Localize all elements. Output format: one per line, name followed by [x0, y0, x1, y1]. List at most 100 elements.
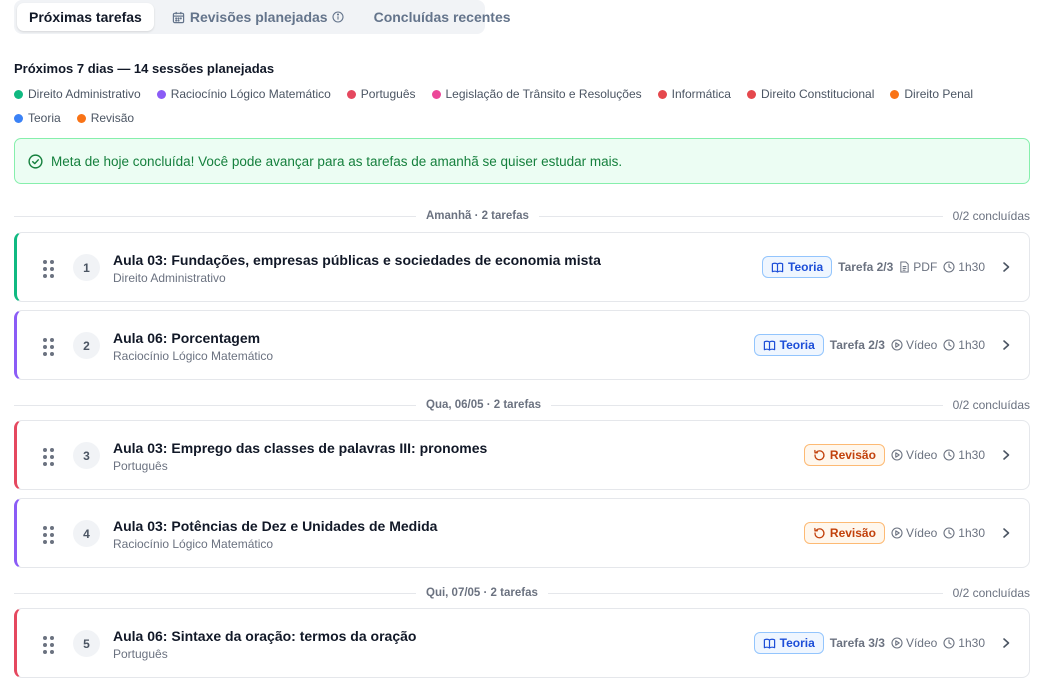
task-title: Aula 06: Sintaxe da oração: termos da or…: [113, 628, 417, 644]
day-divider: Qua, 06/05 · 2 tarefas 0/2 concluídas: [14, 397, 1030, 413]
play-icon: [891, 637, 903, 649]
task-media: Vídeo: [891, 636, 937, 650]
media-label: Vídeo: [905, 636, 938, 650]
info-icon[interactable]: [332, 11, 344, 23]
task-step: Tarefa 2/3: [838, 260, 894, 274]
legend-dot: [657, 89, 667, 99]
legend-item: Informática: [657, 86, 731, 102]
theory-badge: Teoria: [762, 256, 833, 278]
task-card[interactable]: 5 Aula 06: Sintaxe da oração: termos da o…: [14, 608, 1030, 678]
chevron-right-icon[interactable]: [1001, 637, 1011, 649]
legend-dot: [14, 113, 23, 123]
legend-item: Legislação de Trânsito e Resoluções: [431, 86, 642, 102]
calendar-icon: [172, 11, 185, 24]
play-icon: [891, 449, 903, 461]
drag-handle-icon[interactable]: [43, 526, 54, 544]
day-label: Amanhã · 2 tarefas: [426, 210, 529, 222]
chevron-right-icon[interactable]: [1001, 449, 1011, 461]
task-number: 5: [73, 630, 100, 657]
task-duration: 1h30: [943, 636, 985, 650]
tab-proximas-tarefas[interactable]: Próximas tarefas: [17, 3, 154, 31]
task-card[interactable]: 3 Aula 03: Emprego das classes de palavra…: [14, 420, 1030, 490]
file-icon: [899, 261, 910, 273]
drag-handle-icon[interactable]: [43, 448, 54, 466]
task-duration: 1h30: [943, 526, 985, 540]
tab-label: Próximas tarefas: [29, 9, 142, 25]
revision-badge: Revisão: [803, 522, 885, 544]
task-meta: Teoria Tarefa 2/3 Vídeo 1h30: [753, 311, 1011, 379]
legend-item: Raciocínio Lógico Matemático: [156, 86, 331, 102]
divider-line: [14, 592, 416, 594]
check-circle-icon: [28, 153, 43, 169]
legend-label: Informática: [671, 87, 731, 101]
legend-label: Português: [360, 87, 416, 101]
drag-handle-icon[interactable]: [43, 338, 54, 356]
day-label: Qui, 07/05 · 2 tarefas: [426, 587, 538, 599]
task-step: Tarefa 3/3: [829, 636, 885, 650]
task-card[interactable]: 4 Aula 03: Potências de Dez e Unidades de…: [14, 498, 1030, 568]
divider-line: [14, 215, 416, 217]
tab-label: Revisões planejadas: [189, 9, 328, 25]
clock-icon: [943, 339, 955, 351]
schedule-summary: Próximos 7 dias — 14 sessões planejadas: [14, 61, 275, 76]
task-number: 4: [73, 520, 100, 547]
badge-label: Teoria: [788, 260, 824, 274]
legend-dot: [431, 89, 441, 99]
legend-label: Direito Administrativo: [28, 87, 141, 101]
rotate-icon: [813, 449, 826, 462]
task-duration: 1h30: [943, 448, 985, 462]
task-subject: Direito Administrativo: [113, 271, 226, 285]
legend-dot: [156, 89, 166, 99]
task-number: 1: [73, 254, 100, 281]
drag-handle-icon[interactable]: [43, 636, 54, 654]
task-subject: Português: [113, 647, 168, 661]
task-card[interactable]: 2 Aula 06: Porcentagem Raciocínio Lógico M…: [14, 310, 1030, 380]
day-divider: Qui, 07/05 · 2 tarefas 0/2 concluídas: [14, 585, 1030, 601]
task-meta: Revisão Vídeo 1h30: [803, 421, 1011, 489]
day-progress: 0/2 concluídas: [952, 209, 1030, 223]
legend-dot: [890, 89, 900, 99]
task-number: 2: [73, 332, 100, 359]
chevron-right-icon[interactable]: [1001, 527, 1011, 539]
divider-line: [551, 404, 943, 406]
task-subject: Português: [113, 459, 168, 473]
theory-badge: Teoria: [753, 632, 824, 654]
badge-label: Revisão: [829, 526, 876, 540]
legend-dot: [346, 89, 356, 99]
legend-item: Direito Administrativo: [14, 86, 141, 102]
task-step: Tarefa 2/3: [829, 338, 885, 352]
task-card[interactable]: 1 Aula 03: Fundações, empresas públicas e…: [14, 232, 1030, 302]
tab-concluidas-recentes[interactable]: Concluídas recentes: [362, 3, 523, 31]
duration-label: 1h30: [958, 260, 985, 274]
divider-line: [547, 592, 943, 594]
legend-item: Direito Constitucional: [746, 86, 874, 102]
media-label: PDF: [913, 260, 938, 274]
legend-label: Revisão: [90, 111, 135, 125]
task-meta: Teoria Tarefa 3/3 Vídeo 1h30: [753, 609, 1011, 677]
task-meta: Revisão Vídeo 1h30: [803, 499, 1011, 567]
chevron-right-icon[interactable]: [1001, 261, 1011, 273]
day-progress: 0/2 concluídas: [952, 398, 1030, 412]
theory-badge: Teoria: [753, 334, 824, 356]
task-number: 3: [73, 442, 100, 469]
task-duration: 1h30: [943, 260, 985, 274]
subject-legend: Direito Administrativo Raciocínio Lógico …: [14, 86, 1014, 126]
task-meta: Teoria Tarefa 2/3 PDF 1h30: [762, 233, 1011, 301]
drag-handle-icon[interactable]: [43, 260, 54, 278]
task-subject: Raciocínio Lógico Matemático: [113, 349, 274, 363]
book-icon: [763, 339, 776, 352]
task-title: Aula 03: Potências de Dez e Unidades de …: [113, 518, 438, 534]
play-icon: [891, 339, 903, 351]
legend-dot: [746, 89, 756, 99]
legend-item: Português: [346, 86, 416, 102]
book-icon: [771, 261, 784, 274]
legend-label: Direito Penal: [904, 87, 974, 101]
chevron-right-icon[interactable]: [1001, 339, 1011, 351]
book-icon: [763, 637, 776, 650]
tab-revisoes-planejadas[interactable]: Revisões planejadas: [160, 3, 356, 31]
badge-label: Teoria: [779, 636, 815, 650]
duration-label: 1h30: [958, 448, 985, 462]
badge-label: Teoria: [779, 338, 815, 352]
day-divider: Amanhã · 2 tarefas 0/2 concluídas: [14, 208, 1030, 224]
legend-dot: [14, 89, 23, 99]
